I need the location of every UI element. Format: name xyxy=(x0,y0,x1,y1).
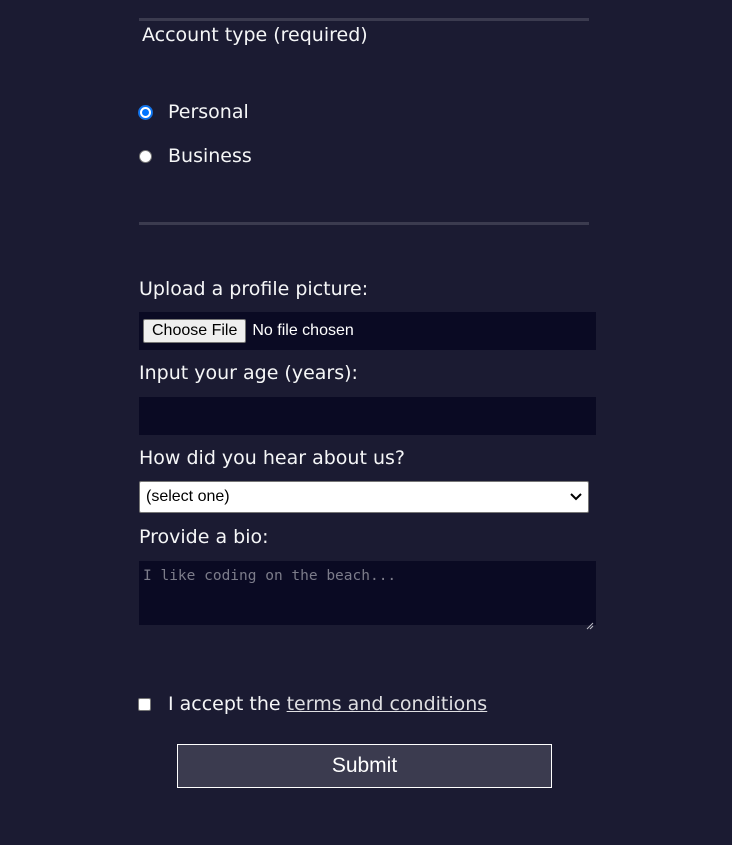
personal-radio[interactable] xyxy=(139,105,152,119)
fieldset-bottom-border xyxy=(139,222,589,225)
profile-picture-input[interactable]: Choose File No file chosen xyxy=(139,312,596,350)
age-input[interactable] xyxy=(139,397,596,435)
account-type-legend: Account type (required) xyxy=(142,24,368,46)
age-label: Input your age (years): xyxy=(139,362,358,384)
business-radio-label[interactable]: Business xyxy=(168,143,252,169)
business-radio[interactable] xyxy=(139,149,152,163)
bio-textarea[interactable]: I like coding on the beach... xyxy=(139,561,596,630)
submit-button[interactable]: Submit xyxy=(177,744,552,788)
terms-checkbox[interactable] xyxy=(138,697,151,711)
referrer-selected-value: (select one) xyxy=(146,488,230,505)
personal-radio-label[interactable]: Personal xyxy=(168,99,249,125)
fieldset-top-border xyxy=(139,18,589,21)
resize-grip-icon[interactable] xyxy=(586,615,594,630)
chevron-down-icon xyxy=(569,490,583,504)
referrer-select[interactable]: (select one) xyxy=(139,481,589,513)
referrer-label: How did you hear about us? xyxy=(139,447,405,469)
bio-placeholder: I like coding on the beach... xyxy=(143,568,397,584)
choose-file-button[interactable]: Choose File xyxy=(143,319,247,343)
file-status-text: No file chosen xyxy=(252,322,354,339)
profile-picture-label: Upload a profile picture: xyxy=(139,278,369,300)
terms-row: I accept the terms and conditions xyxy=(138,691,487,717)
terms-link[interactable]: terms and conditions xyxy=(287,693,488,715)
radio-option-business[interactable]: Business xyxy=(139,143,252,169)
terms-prefix: I accept the xyxy=(168,693,281,715)
bio-label: Provide a bio: xyxy=(139,526,269,548)
radio-option-personal[interactable]: Personal xyxy=(139,99,249,125)
